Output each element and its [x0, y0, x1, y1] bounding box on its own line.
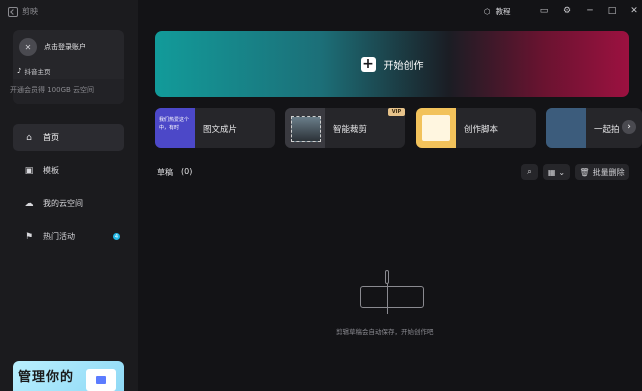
douyin-label: 抖音主页 — [24, 68, 51, 76]
tool-smart-crop[interactable]: 智能裁剪 — [285, 108, 405, 148]
empty-state-message: 剪辑草稿会自动保存，开始创作吧 — [336, 328, 434, 336]
tool-creative-script[interactable]: 创作脚本 — [416, 108, 536, 148]
batch-delete-label: 批量删除 — [592, 167, 625, 177]
tool-thumbnail — [285, 108, 325, 148]
tutorial-icon: ⬡ — [484, 7, 491, 16]
empty-state-illustration — [360, 270, 424, 314]
douyin-icon: ♪ — [17, 67, 22, 75]
sidebar-item-label: 我的云空间 — [43, 199, 83, 208]
login-link[interactable]: 点击登录账户 — [44, 42, 86, 52]
start-create-button[interactable]: + 开始创作 — [155, 31, 629, 97]
promo-banner[interactable]: 管理你的 — [13, 361, 124, 391]
template-icon: ▣ — [24, 165, 34, 176]
flag-icon: ⚑ — [24, 231, 34, 242]
batch-delete-button[interactable]: 🗑 批量删除 — [575, 164, 629, 180]
sidebar-nav: ⌂ 首页 ▣ 模板 ☁ 我的云空间 ⚑ 热门活动 4 — [13, 124, 124, 256]
feedback-icon[interactable]: ▭ — [538, 6, 550, 16]
tool-thumbnail — [546, 108, 586, 148]
promo-illustration — [86, 369, 116, 391]
tool-thumbnail — [416, 108, 456, 148]
close-icon[interactable]: ✕ — [628, 6, 640, 16]
drafts-count: (0) — [181, 167, 193, 176]
sidebar-item-home[interactable]: ⌂ 首页 — [13, 124, 124, 151]
settings-icon[interactable]: ⚙ — [561, 6, 573, 16]
minimize-icon[interactable]: ─ — [584, 6, 596, 16]
home-icon: ⌂ — [26, 132, 32, 143]
sidebar-item-template[interactable]: ▣ 模板 — [13, 157, 124, 184]
start-create-label: 开始创作 — [383, 60, 424, 72]
tool-thumbnail-text: 我们热爱这个 中，有时 — [159, 117, 190, 131]
trash-icon: 🗑 — [579, 167, 590, 177]
search-icon: ⌕ — [527, 167, 532, 176]
tool-label: 图文成片 — [203, 125, 238, 135]
sidebar-item-events[interactable]: ⚑ 热门活动 4 — [13, 223, 124, 250]
plus-icon: + — [360, 55, 376, 72]
app-logo-icon — [8, 6, 18, 17]
notification-badge: 4 — [113, 233, 120, 240]
title-bar: ⬡ 教程 ▭ ⚙ ─ □ ✕ — [138, 0, 642, 26]
tutorial-button[interactable]: ⬡ 教程 — [484, 6, 511, 17]
tutorial-label: 教程 — [495, 7, 511, 16]
tool-text-to-video[interactable]: 我们热爱这个 中，有时 图文成片 — [155, 108, 275, 148]
tool-label: 智能裁剪 — [333, 125, 368, 135]
vip-badge: VIP — [388, 108, 405, 116]
search-button[interactable]: ⌕ — [521, 164, 538, 180]
empty-post — [385, 270, 389, 284]
cloud-icon: ☁ — [24, 198, 34, 209]
tool-label: 创作脚本 — [464, 125, 499, 135]
drafts-header: 草稿 (0) — [157, 167, 192, 178]
grid-view-icon: ▦ — [547, 167, 556, 177]
chevron-right-icon[interactable]: › — [622, 120, 636, 134]
member-promo-text[interactable]: 开通会员得 100GB 云空间 — [10, 85, 94, 95]
app-title: 剪映 — [8, 6, 38, 17]
tool-label: 一起拍 — [594, 125, 620, 135]
sidebar-item-label: 模板 — [43, 166, 59, 175]
douyin-home-link[interactable]: ♪ 抖音主页 — [17, 66, 50, 76]
sidebar-item-label: 首页 — [43, 133, 59, 142]
drafts-title: 草稿 — [157, 168, 173, 177]
promo-text: 管理你的 — [18, 370, 75, 385]
sidebar: 剪映 ✕ 点击登录账户 ♪ 抖音主页 开通会员得 100GB 云空间 ⌂ 首页 … — [0, 0, 138, 391]
quick-tools: 我们热爱这个 中，有时 图文成片 智能裁剪 创作脚本 一起拍 VIP — [155, 108, 642, 148]
view-toggle-button[interactable]: ▦ ⌄ — [543, 164, 570, 180]
maximize-icon[interactable]: □ — [606, 6, 618, 16]
tool-thumbnail: 我们热爱这个 中，有时 — [155, 108, 195, 148]
sidebar-item-cloud[interactable]: ☁ 我的云空间 — [13, 190, 124, 217]
empty-box — [360, 286, 424, 308]
app-name: 剪映 — [22, 7, 38, 16]
avatar[interactable]: ✕ — [19, 38, 37, 56]
chevron-down-icon: ⌄ — [558, 167, 566, 177]
sidebar-item-label: 热门活动 — [43, 232, 75, 241]
